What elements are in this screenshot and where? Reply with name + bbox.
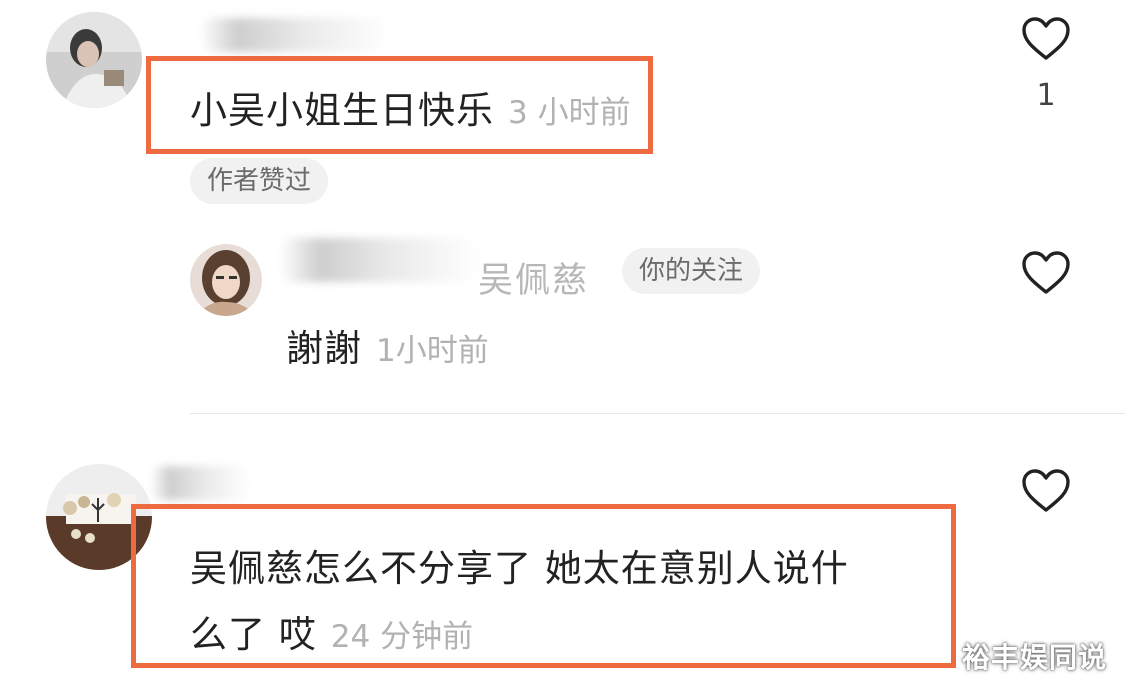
divider — [190, 413, 1125, 414]
highlight-box — [146, 56, 653, 154]
reply-author-avatar[interactable] — [190, 244, 262, 316]
reply-body: 謝謝 — [286, 327, 362, 370]
heart-outline-icon[interactable] — [1020, 250, 1072, 296]
comments-screen: 小吴小姐生日快乐 3 小时前 作者赞过 1 吴佩慈 你的关注 謝謝 1小时前 吴… — [0, 0, 1125, 694]
reply-text: 謝謝 1小时前 — [286, 318, 489, 372]
heart-outline-icon[interactable] — [1020, 468, 1072, 514]
reply-author-name-blurred — [280, 238, 480, 282]
reply-time: 1小时前 — [376, 333, 489, 369]
watermark: 裕丰娱同说 — [961, 641, 1107, 674]
commenter-name-blurred — [150, 466, 250, 500]
highlight-box — [131, 504, 956, 668]
like-count: 1 — [1036, 78, 1056, 113]
heart-outline-icon[interactable] — [1020, 16, 1072, 62]
commenter-name-blurred — [200, 18, 390, 52]
author-liked-badge: 作者赞过 — [190, 158, 329, 204]
following-badge: 你的关注 — [622, 248, 761, 294]
commenter-avatar[interactable] — [46, 12, 142, 108]
reply-author-name[interactable]: 吴佩慈 — [478, 252, 589, 303]
